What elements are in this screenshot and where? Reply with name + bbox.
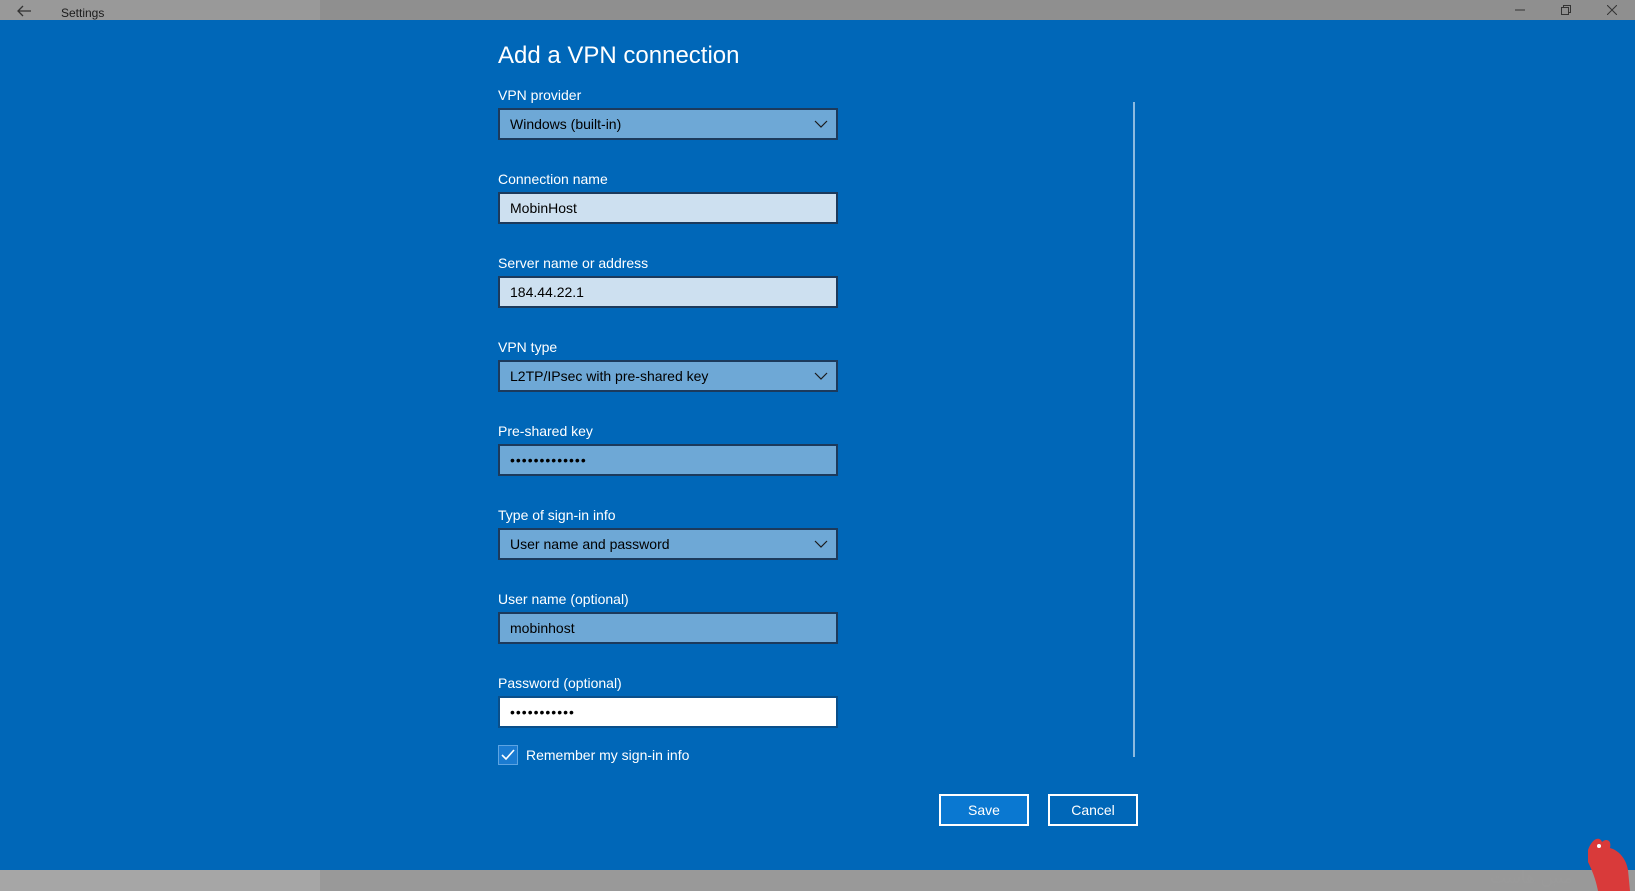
vpn-type-field: VPN type L2TP/IPsec with pre-shared key	[498, 338, 838, 392]
background-window-nav-strip	[0, 870, 320, 891]
close-button[interactable]	[1589, 0, 1635, 20]
vpn-provider-select[interactable]: Windows (built-in)	[498, 108, 838, 140]
vpn-provider-label: VPN provider	[498, 87, 582, 103]
password-label: Password (optional)	[498, 675, 622, 691]
restore-button[interactable]	[1543, 0, 1589, 20]
vpn-type-select[interactable]: L2TP/IPsec with pre-shared key	[498, 360, 838, 392]
connection-name-label: Connection name	[498, 171, 608, 187]
username-field: User name (optional) mobinhost	[498, 590, 838, 644]
username-label: User name (optional)	[498, 591, 629, 607]
password-field: Password (optional) •••••••••••	[498, 674, 838, 728]
window-title: Settings	[61, 6, 105, 20]
close-icon	[1607, 5, 1617, 15]
connection-name-field: Connection name MobinHost	[498, 170, 838, 224]
server-input[interactable]: 184.44.22.1	[498, 276, 838, 308]
vpn-type-label: VPN type	[498, 339, 558, 355]
cancel-button[interactable]: Cancel	[1048, 794, 1138, 826]
remember-signin-row[interactable]: Remember my sign-in info	[498, 745, 689, 765]
pre-shared-key-input[interactable]: •••••••••••••	[498, 444, 838, 476]
vpn-provider-value: Windows (built-in)	[510, 116, 622, 132]
signin-type-label: Type of sign-in info	[498, 507, 616, 523]
server-field: Server name or address 184.44.22.1	[498, 254, 838, 308]
watermark-text: مبین هاست	[1490, 868, 1573, 888]
minimize-button[interactable]	[1497, 0, 1543, 20]
dialog-title: Add a VPN connection	[498, 42, 740, 69]
add-vpn-dialog: Add a VPN connection VPN provider Window…	[0, 20, 1635, 870]
signin-type-value: User name and password	[510, 536, 670, 552]
remember-signin-label: Remember my sign-in info	[526, 747, 690, 763]
save-button[interactable]: Save	[939, 794, 1029, 826]
server-label: Server name or address	[498, 255, 649, 271]
checkmark-icon	[501, 749, 515, 761]
scrollbar[interactable]	[1133, 102, 1135, 757]
title-bar-nav-area: Settings	[0, 0, 320, 20]
chevron-down-icon	[814, 120, 828, 128]
restore-icon	[1561, 5, 1571, 15]
back-arrow-icon[interactable]	[16, 4, 32, 17]
signin-type-select[interactable]: User name and password	[498, 528, 838, 560]
remember-signin-checkbox[interactable]	[498, 745, 518, 765]
chevron-down-icon	[814, 540, 828, 548]
password-input[interactable]: •••••••••••	[498, 696, 838, 728]
signin-type-field: Type of sign-in info User name and passw…	[498, 506, 838, 560]
vpn-type-value: L2TP/IPsec with pre-shared key	[510, 368, 709, 384]
connection-name-input[interactable]: MobinHost	[498, 192, 838, 224]
chevron-down-icon	[814, 372, 828, 380]
pre-shared-key-label: Pre-shared key	[498, 423, 593, 439]
username-input[interactable]: mobinhost	[498, 612, 838, 644]
vpn-provider-field: VPN provider Windows (built-in)	[498, 86, 838, 140]
minimize-icon	[1515, 9, 1525, 11]
pre-shared-key-field: Pre-shared key •••••••••••••	[498, 422, 838, 476]
window-controls	[1497, 0, 1635, 20]
